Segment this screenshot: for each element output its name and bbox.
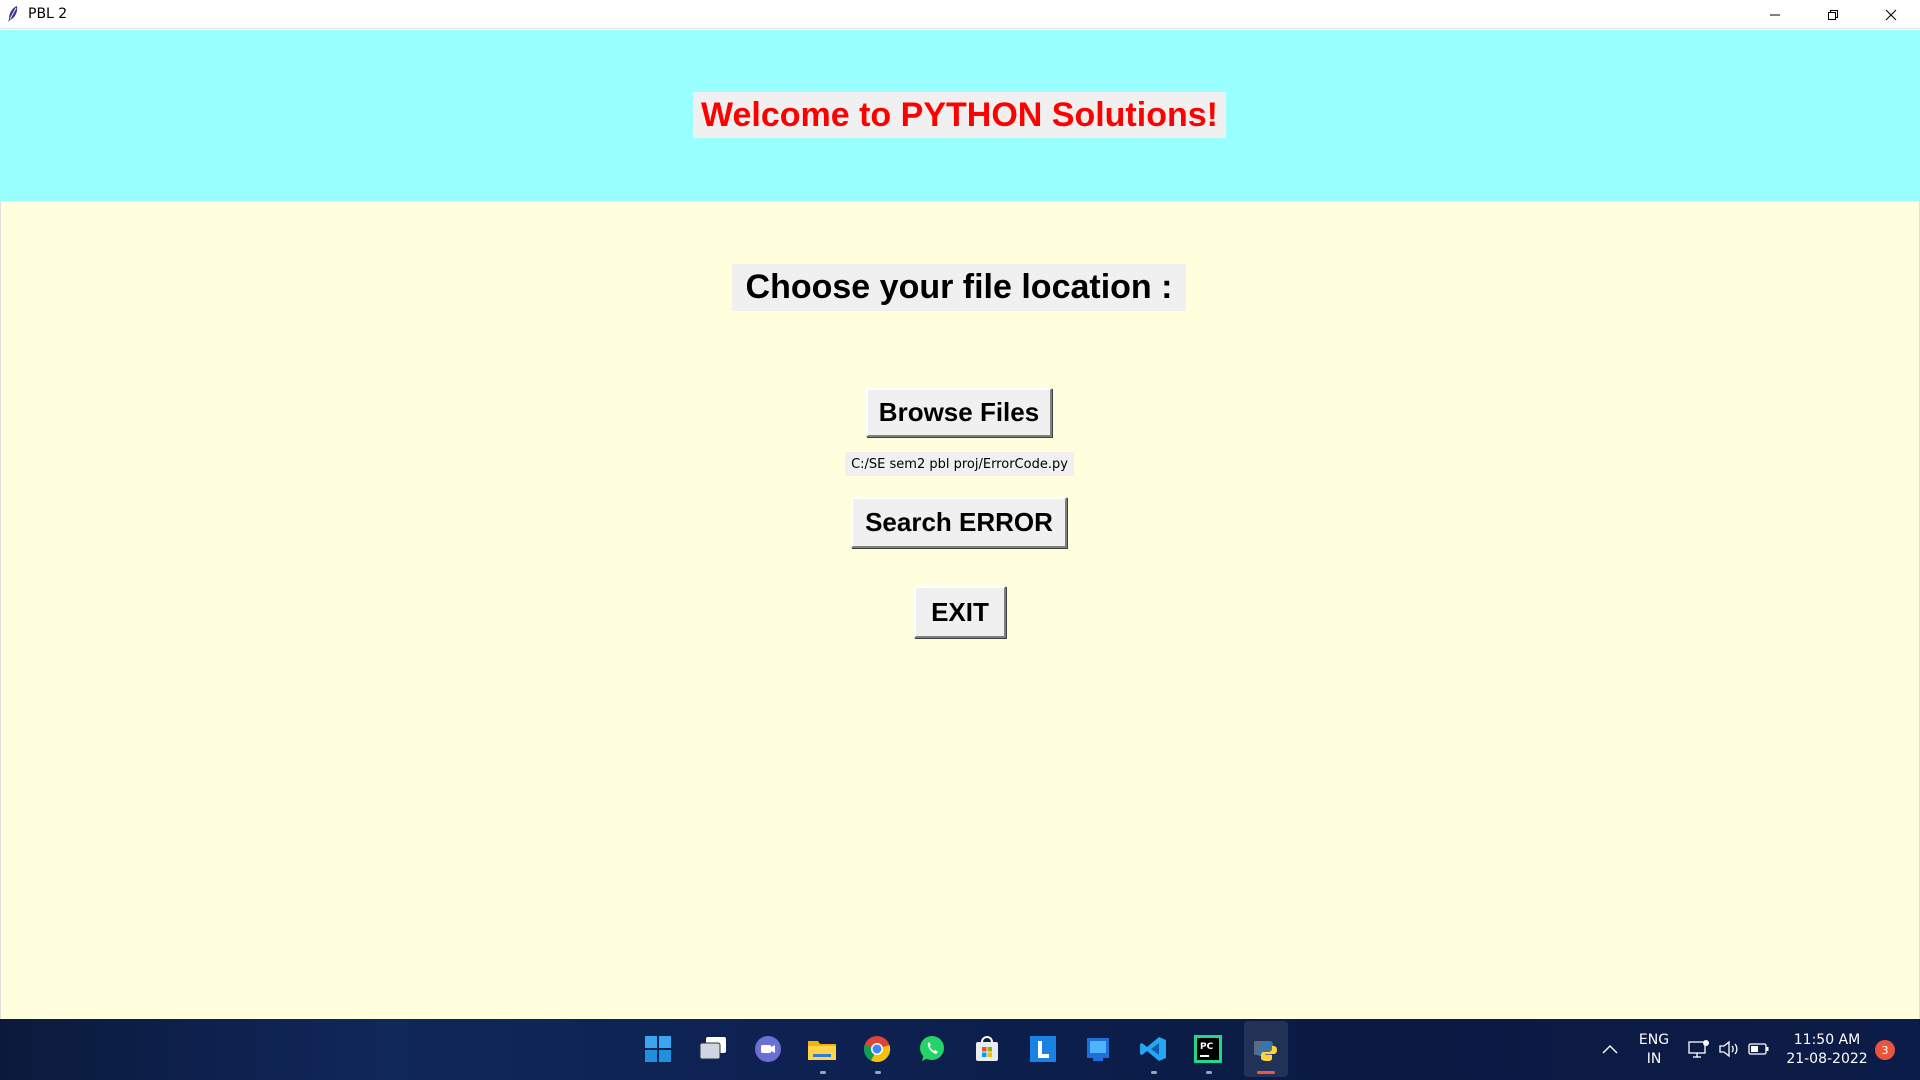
microsoft-store-icon bbox=[976, 1036, 998, 1061]
start-icon bbox=[645, 1036, 671, 1062]
vscode-button[interactable] bbox=[1137, 1033, 1169, 1065]
vscode-icon bbox=[1140, 1037, 1166, 1061]
running-indicator bbox=[820, 1071, 826, 1074]
restore-icon bbox=[1828, 9, 1838, 20]
running-indicator bbox=[875, 1071, 881, 1074]
python-button[interactable] bbox=[1250, 1033, 1282, 1065]
running-indicator bbox=[1151, 1071, 1157, 1074]
teams-chat-button[interactable] bbox=[752, 1033, 784, 1065]
region-code: IN bbox=[1646, 1051, 1662, 1067]
choose-file-label: Choose your file location : bbox=[732, 264, 1186, 311]
file-explorer-icon bbox=[808, 1041, 836, 1060]
close-icon bbox=[1885, 9, 1897, 20]
running-indicator bbox=[1206, 1071, 1212, 1074]
search-error-button[interactable]: Search ERROR bbox=[851, 497, 1067, 548]
l-app-button[interactable] bbox=[1027, 1033, 1059, 1065]
microsoft-store-button[interactable] bbox=[971, 1033, 1003, 1065]
language-indicator[interactable]: ENG IN bbox=[1634, 1031, 1674, 1069]
network-button[interactable] bbox=[1686, 1033, 1712, 1065]
tk-feather-icon bbox=[8, 6, 18, 22]
chevron-up-icon bbox=[1602, 1045, 1618, 1054]
blue-app-button[interactable] bbox=[1082, 1033, 1114, 1065]
python-icon bbox=[1254, 1041, 1277, 1061]
minimize-icon bbox=[1770, 14, 1780, 15]
minimize-button[interactable] bbox=[1746, 0, 1804, 29]
whatsapp-button[interactable] bbox=[916, 1033, 948, 1065]
file-explorer-button[interactable] bbox=[806, 1033, 838, 1065]
svg-text:PC: PC bbox=[1200, 1042, 1214, 1052]
active-indicator bbox=[1257, 1071, 1275, 1074]
window-controls bbox=[1746, 0, 1920, 29]
clock-time: 11:50 AM bbox=[1793, 1032, 1861, 1048]
l-app-icon bbox=[1030, 1036, 1056, 1062]
volume-icon bbox=[1719, 1040, 1738, 1058]
blue-app-icon bbox=[1087, 1038, 1109, 1061]
teams-chat-icon bbox=[755, 1036, 781, 1062]
close-button[interactable] bbox=[1862, 0, 1920, 29]
window-title: PBL 2 bbox=[28, 6, 68, 22]
task-view-icon bbox=[699, 1037, 726, 1060]
welcome-heading: Welcome to PYTHON Solutions! bbox=[693, 92, 1226, 138]
chrome-button[interactable] bbox=[861, 1033, 893, 1065]
show-hidden-icons-button[interactable] bbox=[1596, 1033, 1624, 1065]
exit-button[interactable]: EXIT bbox=[914, 586, 1006, 638]
network-icon bbox=[1688, 1040, 1709, 1058]
chrome-icon bbox=[863, 1036, 891, 1063]
task-view-button[interactable] bbox=[697, 1033, 729, 1065]
title-bar[interactable]: PBL 2 bbox=[0, 0, 1920, 29]
browse-files-button[interactable]: Browse Files bbox=[866, 388, 1052, 437]
app-window: PBL 2 Welcome to PYTHON Solutions! Choos… bbox=[0, 0, 1920, 1019]
clock[interactable]: 11:50 AM 21-08-2022 bbox=[1784, 1031, 1870, 1069]
taskbar bbox=[0, 1019, 1920, 1080]
whatsapp-icon bbox=[920, 1036, 944, 1061]
restore-button[interactable] bbox=[1804, 0, 1862, 29]
pycharm-icon: PC bbox=[1194, 1035, 1222, 1063]
battery-icon bbox=[1748, 1043, 1769, 1055]
volume-button[interactable] bbox=[1716, 1033, 1742, 1065]
language-code: ENG bbox=[1638, 1032, 1670, 1048]
pycharm-button[interactable]: PC bbox=[1192, 1033, 1224, 1065]
battery-button[interactable] bbox=[1746, 1033, 1772, 1065]
notification-badge[interactable]: 3 bbox=[1875, 1040, 1895, 1060]
selected-file-path: C:/SE sem2 pbl proj/ErrorCode.py bbox=[845, 452, 1074, 476]
start-button[interactable] bbox=[642, 1033, 674, 1065]
clock-date: 21-08-2022 bbox=[1786, 1051, 1868, 1067]
